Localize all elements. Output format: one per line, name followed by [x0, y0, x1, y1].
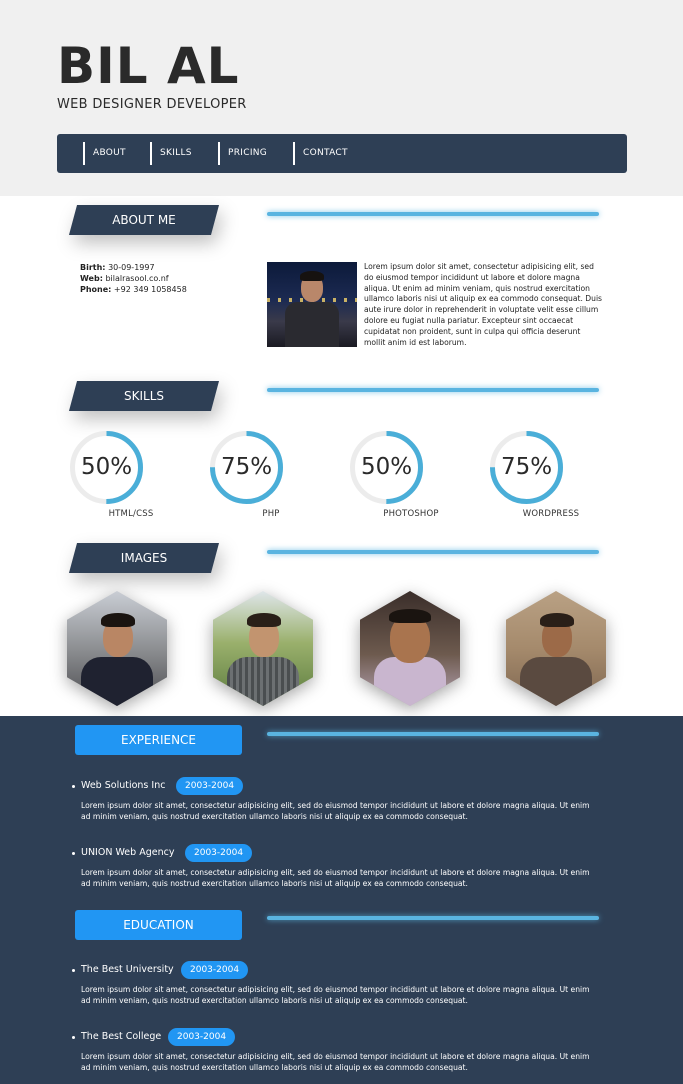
- education-title-1: The Best University: [81, 964, 174, 975]
- nav-item-skills[interactable]: SKILLS: [150, 142, 210, 165]
- experience-year-badge-2: 2003-2004: [185, 844, 253, 862]
- skill-ring-wordpress: 75%: [489, 430, 564, 505]
- personal-info: Birth: 30-09-1997 Web: bilalrasool.co.nf…: [80, 262, 187, 295]
- birth-row: Birth: 30-09-1997: [80, 262, 187, 273]
- gallery-image-3[interactable]: [360, 591, 460, 706]
- experience-section-title: EXPERIENCE: [75, 725, 242, 755]
- experience-title-1: Web Solutions Inc: [81, 780, 166, 791]
- nav-item-about[interactable]: ABOUT: [83, 142, 143, 165]
- skill-ring-php: 75%: [209, 430, 284, 505]
- brand-subtitle: WEB DESIGNER DEVELOPER: [57, 97, 247, 112]
- birth-value: 30-09-1997: [108, 263, 155, 272]
- skill-percent: 75%: [500, 454, 553, 480]
- header: BIL AL WEB DESIGNER DEVELOPER ABOUT SKIL…: [0, 0, 683, 196]
- skill-label-wordpress: WORDPRESS: [522, 509, 580, 519]
- web-value[interactable]: bilalrasool.co.nf: [105, 274, 168, 283]
- phone-value: +92 349 1058458: [113, 285, 187, 294]
- education-desc-1: Lorem ipsum dolor sit amet, consectetur …: [81, 985, 590, 1005]
- skill-ring-html-css: 50%: [69, 430, 144, 505]
- bullet-icon: [72, 969, 75, 972]
- bullet-icon: [72, 1036, 75, 1039]
- education-divider: [267, 916, 599, 920]
- skill-label-photoshop: PHOTOSHOP: [383, 509, 439, 519]
- nav-item-pricing[interactable]: PRICING: [218, 142, 286, 165]
- gallery-image-4[interactable]: [506, 591, 606, 706]
- about-bio: Lorem ipsum dolor sit amet, consectetur …: [364, 262, 603, 347]
- skill-percent: 50%: [360, 454, 413, 480]
- profile-photo: [267, 262, 357, 347]
- images-divider: [267, 550, 599, 554]
- main-nav: ABOUT SKILLS PRICING CONTACT: [57, 134, 627, 173]
- web-row: Web: bilalrasool.co.nf: [80, 273, 187, 284]
- about-divider: [267, 212, 599, 216]
- skill-label-php: PHP: [262, 509, 280, 519]
- birth-label: Birth:: [80, 263, 106, 272]
- gallery-image-1[interactable]: [67, 591, 167, 706]
- phone-label: Phone:: [80, 285, 112, 294]
- resume-section: [0, 716, 683, 1084]
- skill-label-html-css: HTML/CSS: [108, 509, 154, 519]
- web-label: Web:: [80, 274, 103, 283]
- education-year-badge-2: 2003-2004: [168, 1028, 236, 1046]
- experience-desc-2: Lorem ipsum dolor sit amet, consectetur …: [81, 868, 590, 888]
- gallery-image-2[interactable]: [213, 591, 313, 706]
- bullet-icon: [72, 785, 75, 788]
- phone-row: Phone: +92 349 1058458: [80, 284, 187, 295]
- bullet-icon: [72, 852, 75, 855]
- skill-ring-photoshop: 50%: [349, 430, 424, 505]
- skill-percent: 75%: [220, 454, 273, 480]
- brand-name: BIL AL: [57, 37, 240, 95]
- education-title-2: The Best College: [81, 1031, 162, 1042]
- images-section-title: IMAGES: [120, 551, 168, 565]
- experience-year-badge-1: 2003-2004: [176, 777, 244, 795]
- about-section-title: ABOUT ME: [112, 213, 176, 227]
- skill-percent: 50%: [80, 454, 133, 480]
- education-desc-2: Lorem ipsum dolor sit amet, consectetur …: [81, 1052, 590, 1072]
- skills-section-title: SKILLS: [123, 389, 164, 403]
- nav-item-contact[interactable]: CONTACT: [293, 142, 361, 165]
- education-section-title: EDUCATION: [75, 910, 242, 940]
- skills-divider: [267, 388, 599, 392]
- education-year-badge-1: 2003-2004: [181, 961, 249, 979]
- experience-title-2: UNION Web Agency: [81, 847, 175, 858]
- experience-desc-1: Lorem ipsum dolor sit amet, consectetur …: [81, 801, 590, 821]
- experience-divider: [267, 732, 599, 736]
